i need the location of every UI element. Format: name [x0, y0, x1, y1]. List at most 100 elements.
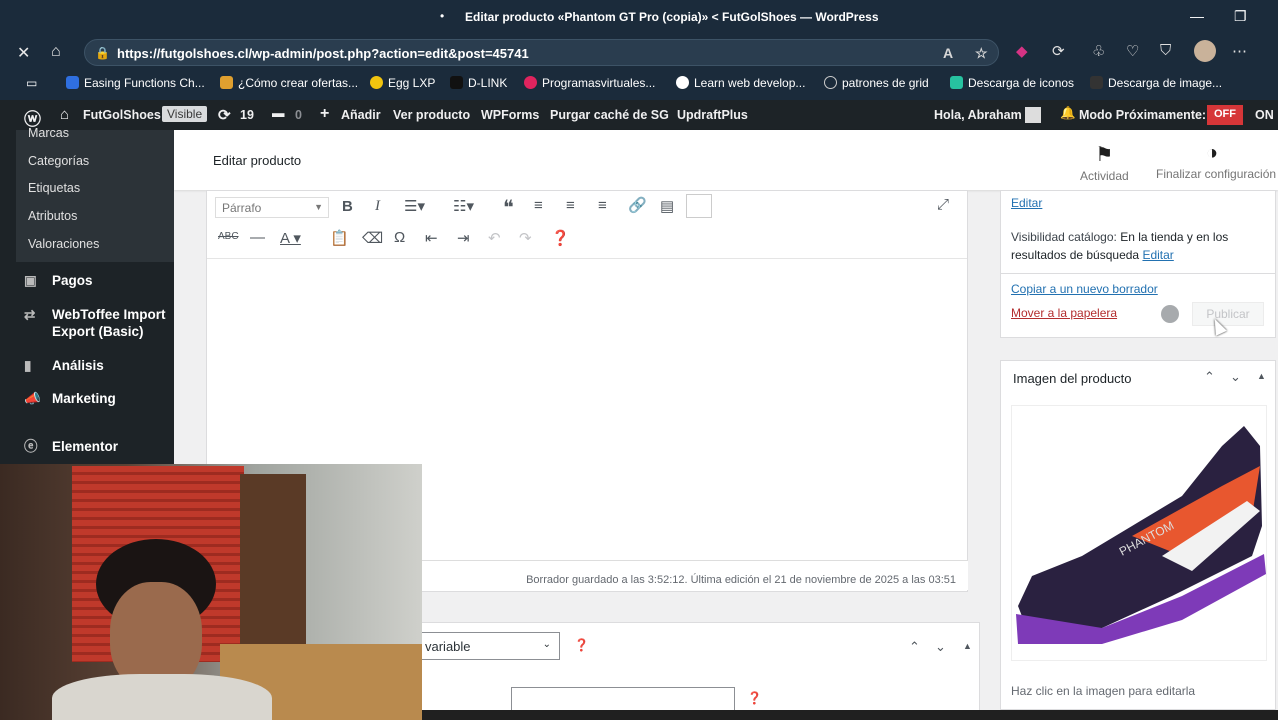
site-name-link[interactable]: FutGolShoes — [83, 108, 161, 122]
toolbar-toggle-icon[interactable] — [686, 194, 712, 218]
publish-button[interactable]: Publicar — [1192, 302, 1264, 326]
refresh-extension-icon[interactable]: ⟳ — [1052, 42, 1065, 60]
image-edit-hint: Haz clic en la imagen para editarla — [1011, 684, 1196, 698]
spinner-icon — [1161, 305, 1179, 323]
text-color-icon[interactable]: A ▾ — [280, 229, 301, 247]
bookmark-item[interactable]: Learn web develop... — [676, 76, 805, 90]
activity-button[interactable]: ⚑ Actividad — [1080, 142, 1129, 183]
flag-icon: ⚑ — [1095, 144, 1114, 166]
align-center-icon[interactable]: ≡ — [566, 197, 575, 214]
minimize-icon[interactable]: — — [1190, 8, 1204, 24]
url-field[interactable]: 🔒 https://futgolshoes.cl/wp-admin/post.p… — [84, 39, 999, 66]
bold-icon[interactable]: B — [342, 198, 353, 215]
submenu-attributes[interactable]: Atributos — [28, 209, 77, 223]
edit-top-link[interactable]: Editar — [1011, 196, 1042, 210]
bookmark-item[interactable]: Descarga de image... — [1090, 76, 1222, 90]
undo-icon[interactable]: ↶ — [488, 229, 501, 247]
blockquote-icon[interactable]: ❝ — [503, 195, 514, 220]
extension-icon[interactable]: ◆ — [1016, 42, 1028, 60]
submenu-categories[interactable]: Categorías — [28, 154, 89, 168]
avatar[interactable] — [1025, 107, 1041, 123]
plus-icon: + — [320, 105, 330, 122]
product-image-title: Imagen del producto — [1013, 371, 1132, 386]
stop-icon[interactable]: ✕ — [17, 43, 30, 63]
help-icon[interactable]: ❓ — [551, 229, 570, 247]
bookmark-item[interactable]: D-LINK — [450, 76, 507, 90]
numbered-list-icon[interactable]: ☷▾ — [453, 197, 474, 215]
chevron-down-icon[interactable]: ⌄ — [1230, 369, 1241, 385]
clear-format-icon[interactable]: ⌫ — [362, 229, 383, 247]
bookmark-item[interactable]: Descarga de iconos — [950, 76, 1074, 90]
align-right-icon[interactable]: ≡ — [598, 197, 607, 214]
chevron-up-icon[interactable]: ⌃ — [1204, 369, 1215, 385]
copy-draft-link[interactable]: Copiar a un nuevo borrador — [1011, 282, 1158, 296]
comments-count[interactable]: 0 — [295, 108, 302, 122]
purge-cache-link[interactable]: Purgar caché de SG — [550, 108, 669, 122]
wpforms-link[interactable]: WPForms — [481, 108, 539, 122]
bullet-list-icon[interactable]: ☰▾ — [404, 197, 425, 215]
move-to-trash-link[interactable]: Mover a la papelera — [1011, 306, 1117, 320]
restore-icon[interactable]: ❐ — [1234, 8, 1247, 25]
bookmark-item[interactable]: Egg LXP — [370, 76, 435, 90]
view-product-link[interactable]: Ver producto — [393, 108, 470, 122]
sidebar-item-marketing[interactable]: 📣 Marketing — [24, 391, 116, 407]
chevron-down-icon[interactable]: ⌄ — [935, 639, 946, 655]
shield-icon[interactable]: ⛉ — [1160, 42, 1171, 59]
greeting-link[interactable]: Hola, Abraham — [934, 108, 1022, 122]
format-select[interactable]: Párrafo ▼ — [215, 197, 329, 218]
sidebar-item-analytics[interactable]: ▮ Análisis — [24, 358, 104, 374]
product-image[interactable]: PHANTOM — [1011, 405, 1267, 661]
coming-soon-off-toggle[interactable]: OFF — [1207, 105, 1243, 125]
sidebar-item-payments[interactable]: ▣ Pagos — [24, 273, 93, 289]
horizontal-line-icon[interactable]: — — [250, 229, 265, 246]
products-submenu: Marcas Categorías Etiquetas Atributos Va… — [16, 126, 174, 262]
person-shirt — [52, 674, 272, 720]
bookmarks-menu-icon[interactable]: ▭ — [26, 76, 37, 90]
bookmark-item[interactable]: Easing Functions Ch... — [66, 76, 205, 90]
finish-setup-button[interactable]: ◑ Finalizar configuración — [1156, 142, 1278, 181]
updates-count[interactable]: 19 — [240, 108, 254, 122]
updraftplus-link[interactable]: UpdraftPlus — [677, 108, 748, 122]
submenu-reviews[interactable]: Valoraciones — [28, 237, 99, 251]
align-left-icon[interactable]: ≡ — [534, 197, 543, 214]
window-titlebar: Editar producto «Phantom GT Pro (copia)»… — [0, 0, 1278, 34]
coming-soon-on-toggle[interactable]: ON — [1255, 108, 1274, 122]
address-bar-row: ✕ ⌂ 🔒 https://futgolshoes.cl/wp-admin/po… — [0, 34, 1278, 70]
home-icon[interactable]: ⌂ — [51, 43, 61, 61]
heart-icon[interactable]: ♡ — [1126, 42, 1139, 60]
read-more-icon[interactable]: ▤ — [660, 197, 674, 215]
italic-icon[interactable]: I — [375, 198, 380, 215]
comments-icon: ▬ — [272, 106, 285, 120]
link-icon[interactable]: 🔗 — [628, 196, 647, 214]
favorite-star-icon[interactable]: ☆ — [975, 45, 988, 62]
indent-icon[interactable]: ⇥ — [457, 229, 470, 247]
sidebar-item-elementor[interactable]: ⓔ Elementor — [24, 435, 118, 455]
outdent-icon[interactable]: ⇤ — [425, 229, 438, 247]
collections-icon[interactable]: ♧ — [1092, 42, 1105, 60]
more-icon[interactable]: ⋯ — [1232, 42, 1247, 60]
product-type-select[interactable]: variable ⌄ — [420, 632, 560, 660]
toggle-panel-icon[interactable]: ▲ — [963, 641, 972, 651]
house-icon: ⌂ — [60, 106, 70, 123]
draft-status: Borrador guardado a las 3:52:12. Última … — [526, 574, 956, 586]
chevron-up-icon[interactable]: ⌃ — [909, 639, 920, 655]
submenu-tags[interactable]: Etiquetas — [28, 181, 80, 195]
special-char-icon[interactable]: Ω — [394, 229, 405, 246]
paste-text-icon[interactable]: 📋 — [330, 229, 349, 247]
add-new-link[interactable]: Añadir — [341, 108, 381, 122]
bookmark-item[interactable]: ¿Cómo crear ofertas... — [220, 76, 358, 90]
dot-icon: • — [440, 9, 445, 23]
sidebar-item-webtoffee[interactable]: ⇄ WebToffee Import Export (Basic) — [24, 306, 169, 340]
redo-icon[interactable]: ↷ — [519, 229, 532, 247]
profile-avatar[interactable] — [1194, 40, 1216, 62]
fullscreen-icon[interactable]: ⤢ — [937, 196, 949, 213]
read-aloud-icon[interactable]: A — [943, 45, 953, 61]
strikethrough-icon[interactable]: ABC — [218, 231, 239, 242]
submenu-brands[interactable]: Marcas — [28, 126, 69, 140]
toggle-panel-icon[interactable]: ▲ — [1257, 371, 1266, 381]
bell-icon: 🔔 — [1060, 106, 1076, 120]
visibility-edit-link[interactable]: Editar — [1142, 248, 1173, 262]
bookmark-item[interactable]: patrones de grid — [824, 76, 929, 90]
contrast-icon: ◑ — [1206, 142, 1219, 164]
bookmark-item[interactable]: Programasvirtuales... — [524, 76, 655, 90]
